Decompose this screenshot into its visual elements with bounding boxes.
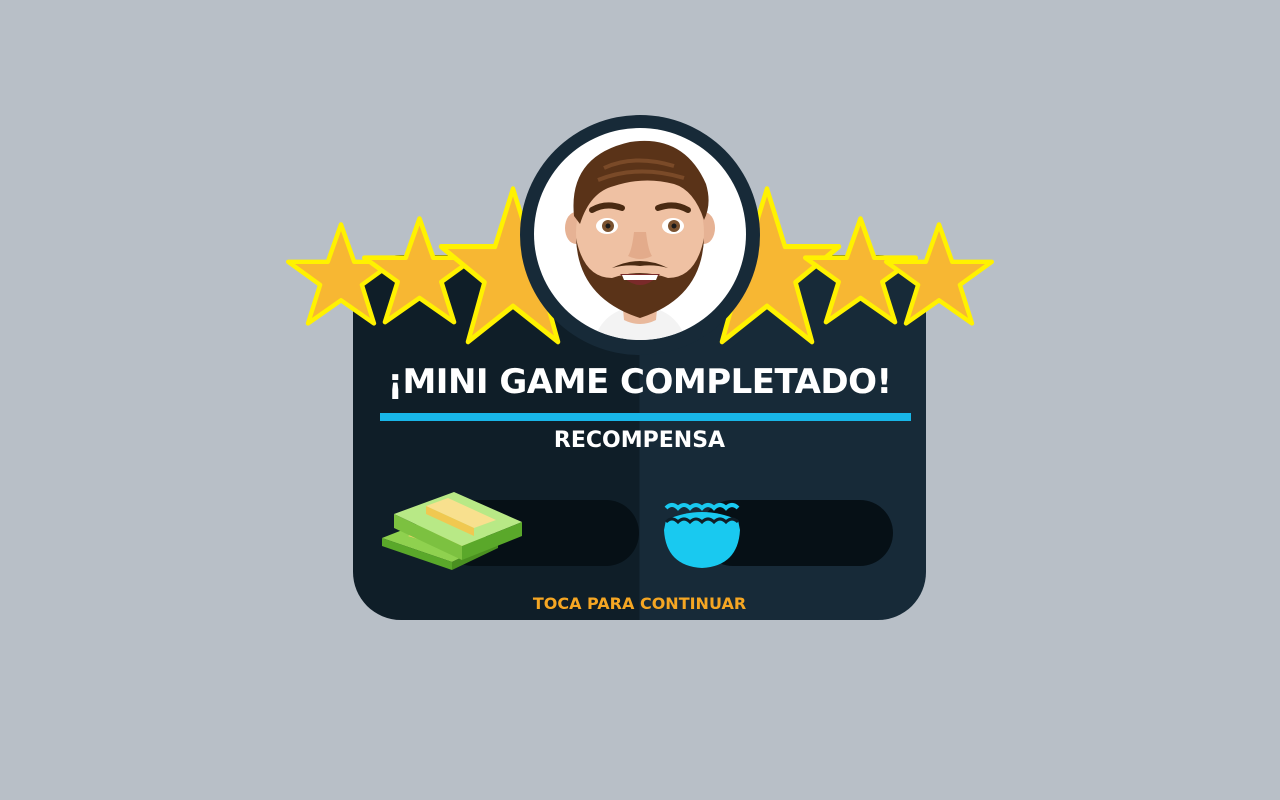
- star-icon: [884, 222, 994, 326]
- player-face-icon: [565, 140, 715, 340]
- title-divider: [380, 413, 911, 421]
- cash-stack-icon: [382, 492, 522, 570]
- avatar: [534, 128, 746, 340]
- dialog-title: ¡MINI GAME COMPLETADO!: [387, 362, 892, 402]
- game-screen[interactable]: ¡MINI GAME COMPLETADO! RECOMPENSA TOCA P…: [0, 0, 1280, 800]
- reward-heading: RECOMPENSA: [553, 428, 726, 453]
- continue-button[interactable]: TOCA PARA CONTINUAR: [353, 594, 926, 613]
- water-icon: [664, 503, 740, 568]
